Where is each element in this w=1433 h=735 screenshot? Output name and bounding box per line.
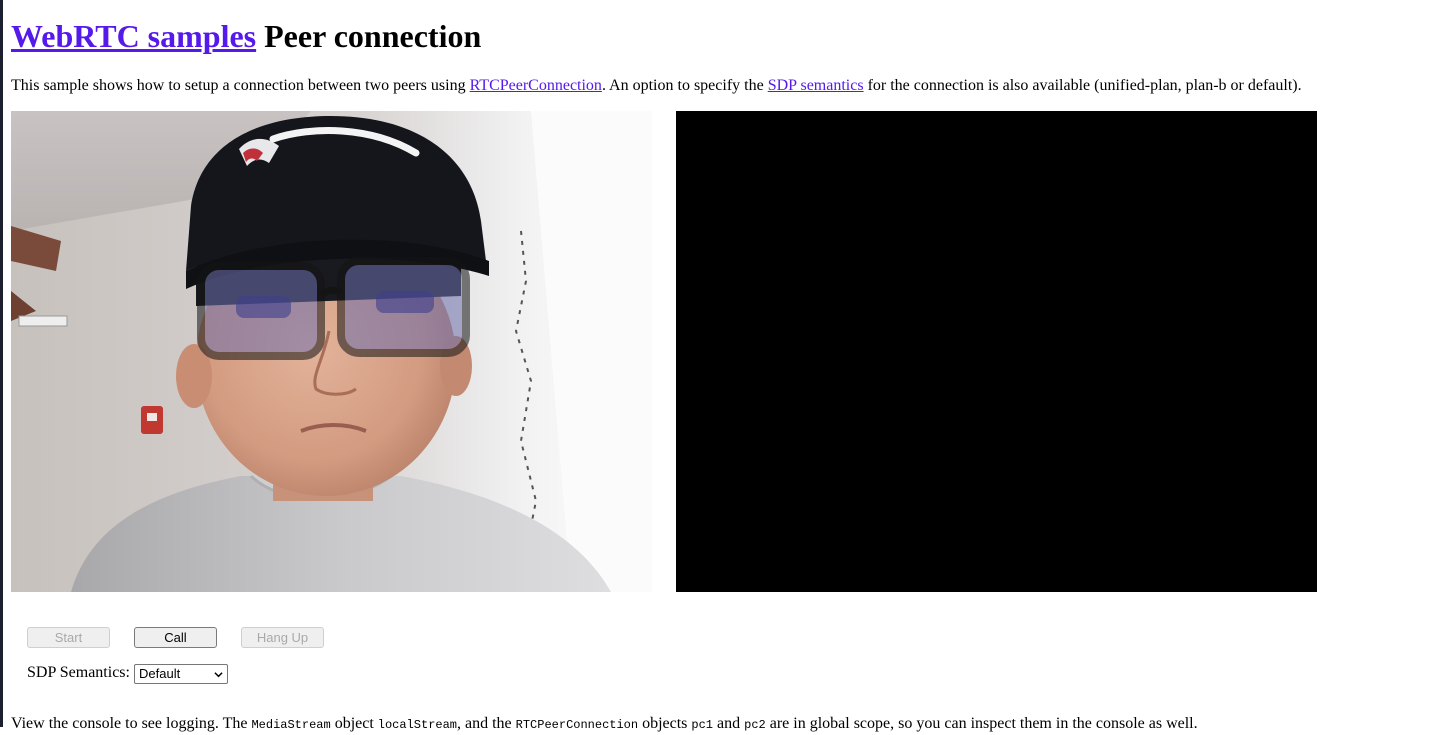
intro-text-3: for the connection is also available (un… xyxy=(863,77,1302,94)
footer-text-1: View the console to see logging. The xyxy=(11,715,252,732)
footer-text-2: object xyxy=(330,715,378,732)
footer-text-6: are in global scope, so you can inspect … xyxy=(765,715,1198,732)
code-pc1: pc1 xyxy=(691,718,714,732)
sdp-semantics-link[interactable]: SDP semantics xyxy=(768,77,864,94)
chevron-down-icon xyxy=(214,672,223,678)
page-title: WebRTC samples Peer connection xyxy=(11,17,481,55)
footer-paragraph: View the console to see logging. The Med… xyxy=(11,714,1198,735)
footer-text-3: , and the xyxy=(457,715,516,732)
sdp-selected-value: Default xyxy=(139,666,181,681)
intro-paragraph: This sample shows how to setup a connect… xyxy=(11,76,1302,96)
intro-text-1: This sample shows how to setup a connect… xyxy=(11,77,470,94)
intro-text-2: . An option to specify the xyxy=(601,77,768,94)
webrtc-samples-link[interactable]: WebRTC samples xyxy=(11,18,256,54)
sdp-semantics-label: SDP Semantics: xyxy=(27,664,130,681)
call-button[interactable]: Call xyxy=(134,627,217,648)
page-title-text: Peer connection xyxy=(264,18,482,54)
remote-video xyxy=(676,111,1317,592)
code-mediastream: MediaStream xyxy=(251,718,331,732)
local-video xyxy=(11,111,652,592)
footer-text-4: objects xyxy=(638,715,692,732)
window-edge xyxy=(0,0,3,727)
code-rtcpeerconnection: RTCPeerConnection xyxy=(515,718,639,732)
footer-text-5: and xyxy=(713,715,745,732)
code-localstream: localStream xyxy=(377,718,457,732)
sdp-semantics-select[interactable]: Default xyxy=(134,664,228,684)
code-pc2: pc2 xyxy=(744,718,766,732)
rtcpeerconnection-link[interactable]: RTCPeerConnection xyxy=(470,77,602,94)
hang-up-button[interactable]: Hang Up xyxy=(241,627,324,648)
start-button[interactable]: Start xyxy=(27,627,110,648)
local-video-frame xyxy=(11,111,652,592)
